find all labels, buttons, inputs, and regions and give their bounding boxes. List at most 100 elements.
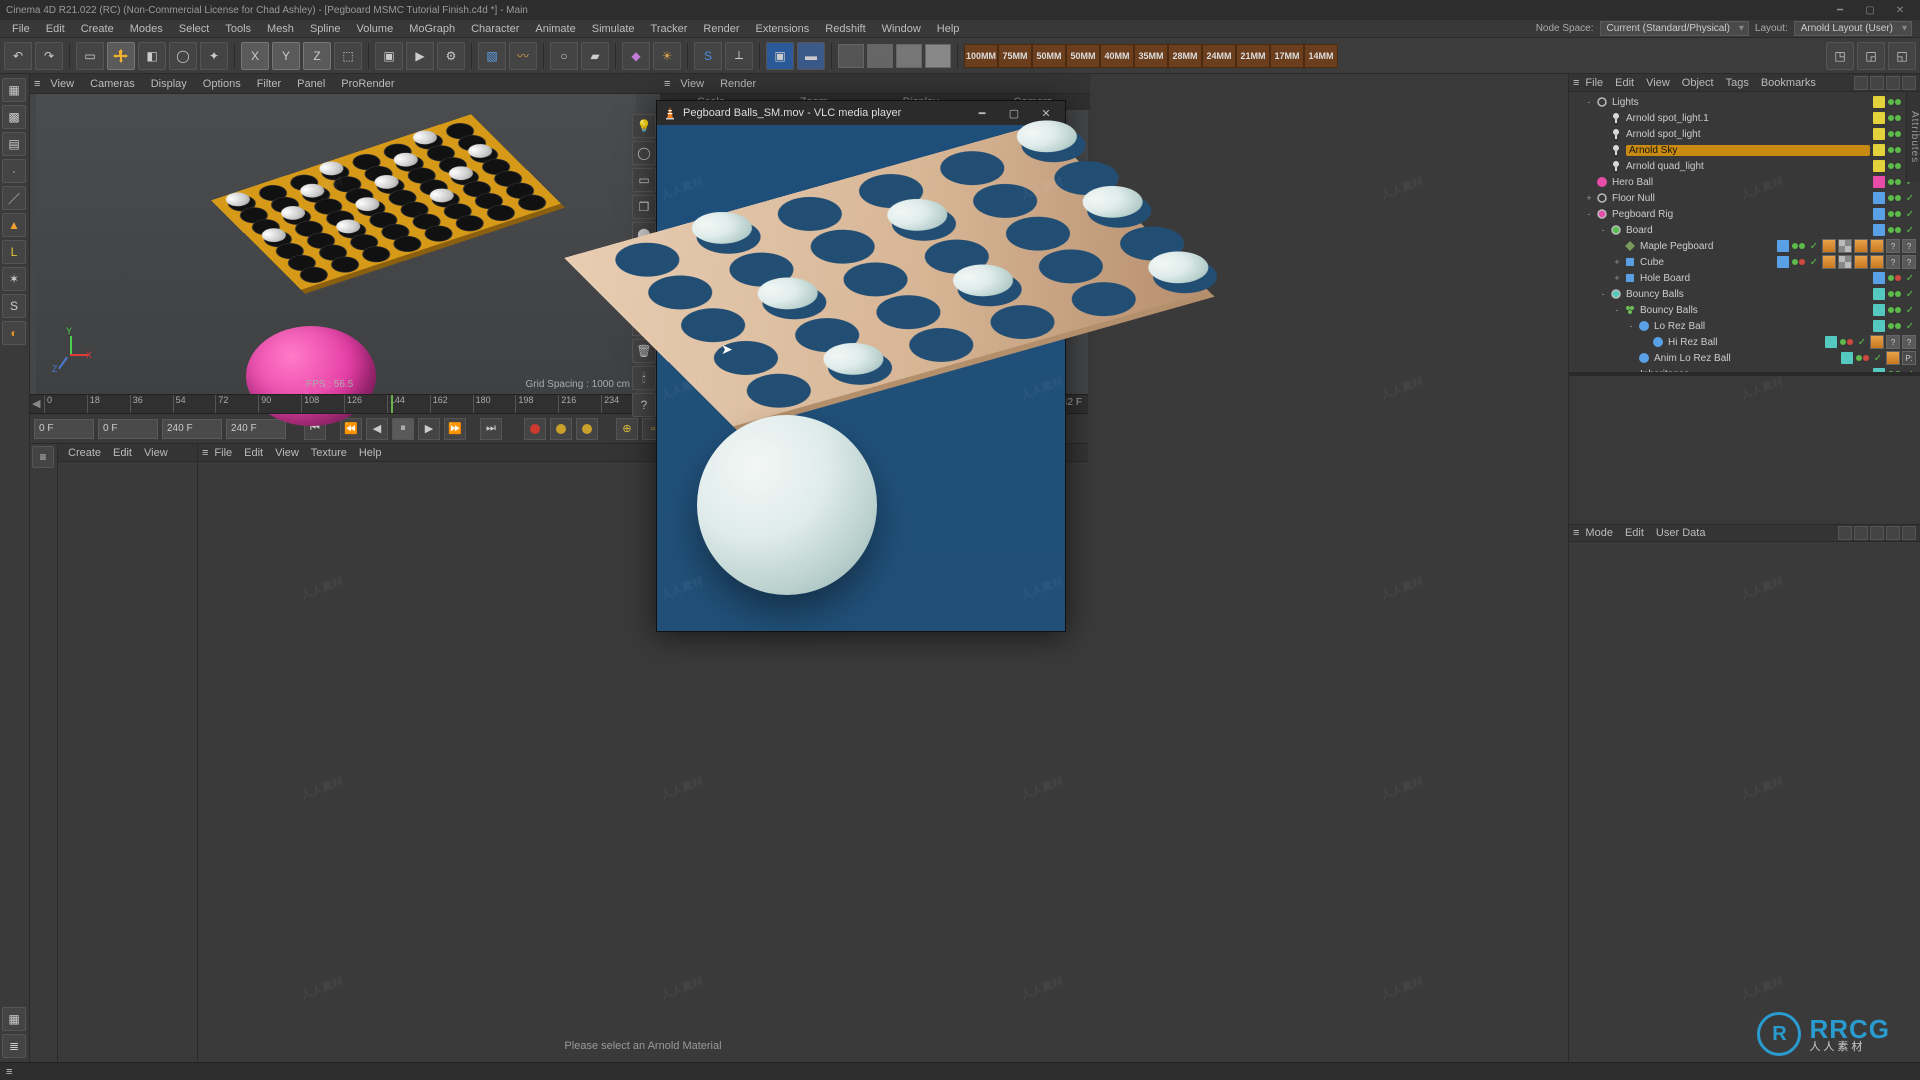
layer-color-swatch[interactable]	[1825, 336, 1837, 348]
render-flag[interactable]: ✓	[1856, 336, 1868, 348]
om-row-cube[interactable]: +Cube✓??	[1569, 254, 1920, 270]
key-pos[interactable]: ⊕	[616, 418, 638, 440]
expand-toggle[interactable]: +	[1611, 273, 1623, 283]
minimize-button[interactable]: ━	[1826, 2, 1854, 18]
menu-render[interactable]: Render	[695, 20, 747, 38]
vp-menu-cameras[interactable]: Cameras	[84, 78, 141, 90]
menu-tools[interactable]: Tools	[217, 20, 259, 38]
layer-color-swatch[interactable]	[1873, 96, 1885, 108]
om-menu-tags[interactable]: Tags	[1720, 77, 1755, 89]
add-env[interactable]: ☀	[653, 42, 681, 70]
rv-hamburger-icon[interactable]: ≡	[664, 78, 670, 90]
rv-btn-plane[interactable]: ▭	[632, 168, 656, 192]
add-plane[interactable]: ▰	[581, 42, 609, 70]
timeline-playhead[interactable]	[391, 395, 393, 413]
menu-volume[interactable]: Volume	[349, 20, 402, 38]
attr-lock-icon[interactable]	[1886, 526, 1900, 540]
visibility-dots[interactable]	[1888, 307, 1901, 313]
layer-color-swatch[interactable]	[1873, 144, 1885, 156]
visibility-dots[interactable]	[1888, 179, 1901, 185]
object-manager-tree[interactable]: -Lights✓Arnold spot_light.1✓Arnold spot_…	[1569, 92, 1920, 372]
om-row-board[interactable]: -Board✓	[1569, 222, 1920, 238]
attr-nav-back[interactable]	[1838, 526, 1852, 540]
node-space-dropdown[interactable]: Current (Standard/Physical)	[1600, 21, 1749, 36]
rotate-tool[interactable]: ◯	[169, 42, 197, 70]
menu-help[interactable]: Help	[929, 20, 968, 38]
visibility-dots[interactable]	[1888, 99, 1901, 105]
lock-y[interactable]: Y	[272, 42, 300, 70]
swatch-mode[interactable]: ▦	[2, 1007, 26, 1031]
vp-menu-view[interactable]: View	[44, 78, 80, 90]
lens-preset-17mm[interactable]: 17MM	[1270, 44, 1304, 68]
snapping[interactable]: S	[2, 294, 26, 318]
layer-color-swatch[interactable]	[1873, 192, 1885, 204]
om-row-hero-ball[interactable]: Hero Ball✓	[1569, 174, 1920, 190]
layer-color-swatch[interactable]	[1873, 224, 1885, 236]
render-pv-button[interactable]: ▶	[406, 42, 434, 70]
timeline-scroll-left[interactable]: ◀	[32, 397, 40, 410]
layer-color-swatch[interactable]	[1777, 256, 1789, 268]
lock-x[interactable]: X	[241, 42, 269, 70]
om-row-lo-rez-ball[interactable]: -Lo Rez Ball✓	[1569, 318, 1920, 334]
attribute-manager-area[interactable]	[1569, 542, 1920, 1062]
tag-checker[interactable]	[1838, 255, 1852, 269]
menu-mograph[interactable]: MoGraph	[401, 20, 463, 38]
edge-mode[interactable]: ／	[2, 186, 26, 210]
render-flag[interactable]: ✓	[1904, 192, 1916, 204]
layout-dropdown[interactable]: Arnold Layout (User)	[1794, 21, 1912, 36]
menu-tracker[interactable]: Tracker	[643, 20, 696, 38]
grey-swatch-3[interactable]	[896, 44, 922, 68]
grey-swatch-4[interactable]	[925, 44, 951, 68]
om-row-hi-rez-ball[interactable]: Hi Rez Ball✓??	[1569, 334, 1920, 350]
visibility-dots[interactable]	[1888, 131, 1901, 137]
visibility-dots[interactable]	[1888, 163, 1901, 169]
menu-extensions[interactable]: Extensions	[747, 20, 817, 38]
vp-menu-filter[interactable]: Filter	[251, 78, 287, 90]
render-view-button[interactable]: ▣	[375, 42, 403, 70]
menu-character[interactable]: Character	[463, 20, 527, 38]
layer-color-swatch[interactable]	[1777, 240, 1789, 252]
lens-preset-50mm[interactable]: 50MM	[1032, 44, 1066, 68]
om-menu-bookmarks[interactable]: Bookmarks	[1755, 77, 1822, 89]
add-deformer[interactable]: ◆	[622, 42, 650, 70]
render-settings-button[interactable]: ⚙	[437, 42, 465, 70]
close-button[interactable]: ✕	[1886, 2, 1914, 18]
om-opt1-icon[interactable]	[1870, 76, 1884, 90]
scale-tool[interactable]: ◧	[138, 42, 166, 70]
mb-menu-create[interactable]: Create	[62, 447, 107, 459]
rv-btn-help[interactable]: ?	[632, 393, 656, 417]
tag-q[interactable]: ?	[1902, 239, 1916, 253]
redo-button[interactable]: ↷	[35, 42, 63, 70]
viewport-canvas[interactable]: Y X Z FPS : 56.5 Grid Spacing : 1000 cm	[36, 94, 636, 394]
om-search-icon[interactable]	[1854, 76, 1868, 90]
me-menu-view[interactable]: View	[269, 447, 305, 459]
rv-menu-render[interactable]: Render	[714, 78, 762, 90]
om-row-arnold-quad-light[interactable]: Arnold quad_light✓	[1569, 158, 1920, 174]
layer-color-swatch[interactable]	[1873, 272, 1885, 284]
me-menu-texture[interactable]: Texture	[305, 447, 353, 459]
me-menu-edit[interactable]: Edit	[238, 447, 269, 459]
rv-btn-lightbulb[interactable]: 💡	[632, 114, 656, 138]
autokey-button[interactable]	[550, 418, 572, 440]
render-flag[interactable]: ✓	[1872, 352, 1884, 364]
om-row-maple-pegboard[interactable]: Maple Pegboard✓??	[1569, 238, 1920, 254]
goto-prevkey-button[interactable]: ⏪	[340, 418, 362, 440]
om-row-pegboard-rig[interactable]: -Pegboard Rig✓	[1569, 206, 1920, 222]
layer-color-swatch[interactable]	[1841, 352, 1853, 364]
layer-color-swatch[interactable]	[1873, 128, 1885, 140]
add-cube[interactable]: ▧	[478, 42, 506, 70]
attr-newwin-icon[interactable]	[1902, 526, 1916, 540]
tag-orange[interactable]	[1822, 239, 1836, 253]
tag-P[interactable]: P:	[1902, 351, 1916, 365]
render-flag[interactable]: ✓	[1904, 208, 1916, 220]
menu-redshift[interactable]: Redshift	[817, 20, 873, 38]
om-row-lights[interactable]: -Lights✓	[1569, 94, 1920, 110]
menu-file[interactable]: File	[4, 20, 38, 38]
tag-orange[interactable]	[1854, 255, 1868, 269]
render-flag[interactable]: ✓	[1808, 240, 1820, 252]
menu-simulate[interactable]: Simulate	[584, 20, 643, 38]
om-row-anim-lo-rez-ball[interactable]: Anim Lo Rez Ball✓P:	[1569, 350, 1920, 366]
menu-modes[interactable]: Modes	[122, 20, 171, 38]
om-menu-object[interactable]: Object	[1676, 77, 1720, 89]
rv-btn-drop[interactable]: 🕯	[632, 366, 656, 390]
